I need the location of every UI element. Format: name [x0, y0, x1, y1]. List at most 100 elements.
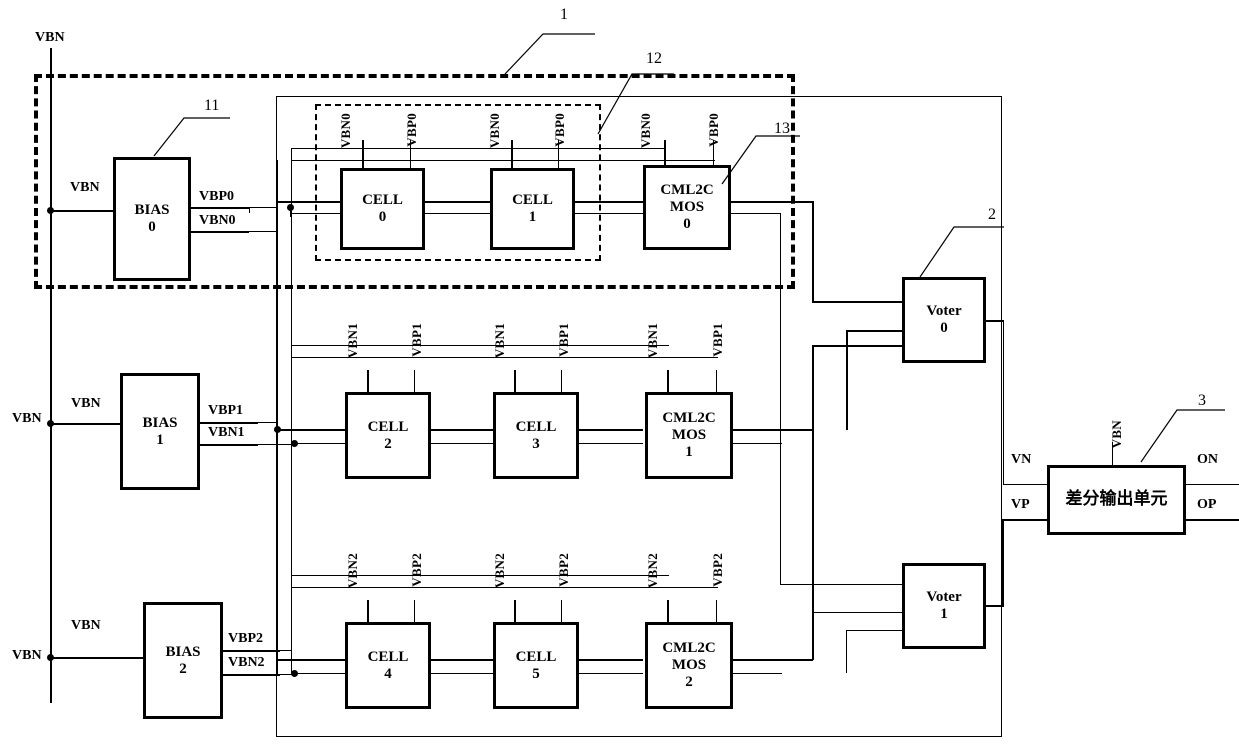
bias1-to-core-p [258, 422, 278, 423]
bias-0-input-label: VBN [70, 180, 100, 195]
bias-1-output-vbn1-label: VBN1 [208, 425, 245, 440]
row1-link-cell2-cell3-a [431, 429, 493, 431]
cell-5-block[interactable]: CELL 5 [493, 622, 579, 709]
row1-b-to-voter1-horiz [812, 612, 904, 613]
cell-1-label-line1: CELL [512, 192, 553, 209]
bias-2-input-junction [47, 654, 54, 661]
ref-number-12: 12 [646, 50, 662, 67]
cml2cmos-0-label-line2: MOS [669, 199, 705, 216]
output-unit-vbn-label: VBN [1109, 420, 1124, 449]
bias-1-output-n-wire [200, 444, 258, 446]
cml2cmos-2-label-line3: 2 [685, 673, 693, 690]
row0-vbp-bus-junction [287, 204, 294, 211]
row2-link-cell5-cml2-a [578, 659, 643, 661]
row0-pin-bus-p [291, 160, 651, 161]
row1-cml1-pin-n-label: VBN1 [645, 323, 660, 359]
bias-2-output-n-wire [223, 674, 280, 676]
voter0-output-vert [1003, 320, 1004, 485]
row0-cell1-pin-p-label: VBP0 [552, 113, 567, 147]
cml2cmos-0-label-line3: 0 [683, 215, 691, 232]
row1-link-cell3-cml1-a [578, 429, 643, 431]
voter-1-block[interactable]: Voter 1 [902, 563, 986, 649]
differential-output-unit-label: 差分输出单元 [1065, 489, 1168, 510]
output-unit-vn-label: VN [1011, 452, 1032, 467]
cell-2-label-line1: CELL [367, 418, 409, 435]
row2-out-b [733, 673, 782, 674]
cell-4-block[interactable]: CELL 4 [345, 622, 431, 709]
row2-cell5-pin-p-label: VBP2 [556, 553, 571, 587]
differential-output-unit-block[interactable]: 差分输出单元 [1047, 465, 1186, 535]
leader-line-13 [721, 126, 804, 188]
row2-b-to-voter1-vert [846, 630, 847, 673]
row2-a-to-voter0-vert [812, 345, 814, 660]
cml2cmos-0-block[interactable]: CML2C MOS 0 [643, 165, 731, 250]
cell-5-label-line2: 5 [532, 665, 540, 682]
voter1-output-vert [1002, 519, 1004, 606]
voter-0-block[interactable]: Voter 0 [902, 277, 986, 363]
leader-line-11 [153, 108, 234, 158]
bias-1-block[interactable]: BIAS 1 [120, 373, 200, 490]
row0-cml0-pin-n-label: VBN0 [638, 113, 653, 149]
bias-2-input-label: VBN [71, 618, 101, 633]
row1-input-wire-a [276, 429, 346, 431]
ref-number-1: 1 [560, 6, 568, 23]
row1-out-b [733, 443, 782, 444]
cell-5-label-line1: CELL [515, 648, 557, 665]
cml2cmos-1-label-line3: 1 [685, 443, 693, 460]
row2-input-wire-a [276, 659, 346, 661]
row0-cml0-pin-p-label: VBP0 [706, 113, 721, 147]
ref-number-2: 2 [988, 206, 996, 223]
leader-line-2 [919, 215, 1008, 281]
cell-4-label-line2: 4 [384, 665, 392, 682]
cml2cmos-2-label-line1: CML2C [662, 640, 716, 657]
diagram-canvas: 1 11 12 13 2 3 VBN BIAS 0 VBN VBP0 VBN0 … [0, 0, 1239, 747]
row1-input-junction-a [274, 426, 281, 433]
cml2cmos-2-block[interactable]: CML2C MOS 2 [645, 622, 733, 709]
voter0-output-stub [986, 320, 1004, 322]
row0-b-to-voter1-horiz [780, 584, 904, 585]
row1-a-to-voter0-horiz [846, 330, 904, 332]
row0-link-cell1-cml0-b [575, 213, 643, 214]
row2-cell4-pin-n-label: VBN2 [345, 553, 360, 589]
row0-a-to-voter0-vert [812, 201, 814, 302]
row1-cell3-pin-n-label: VBN1 [492, 323, 507, 359]
row2-b-to-voter1-horiz [846, 630, 904, 631]
cell-0-label-line2: 0 [378, 209, 387, 225]
cell-2-block[interactable]: CELL 2 [345, 392, 431, 479]
bias-dist-rail-n [277, 160, 278, 675]
row0-out-b [731, 213, 780, 214]
row2-link-cell5-cml2-b [578, 673, 643, 674]
row0-link-cell0-cell1-b [425, 213, 490, 214]
row2-cml2-pin-n-label: VBN2 [645, 553, 660, 589]
row0-cell0-pin-n-stub [362, 140, 364, 168]
row2-cell5-pin-n-label: VBN2 [492, 553, 507, 589]
cml2cmos-1-block[interactable]: CML2C MOS 1 [645, 392, 733, 479]
bias-1-label-line1: BIAS [142, 414, 178, 431]
cell-0-block[interactable]: CELL 0 [340, 168, 425, 250]
bias-1-label-line2: 1 [156, 431, 164, 448]
cml2cmos-2-label-line2: MOS [671, 657, 707, 674]
row0-input-wire-b [290, 213, 340, 214]
row2-link-cell4-cell5-b [431, 673, 493, 674]
cell-3-block[interactable]: CELL 3 [493, 392, 579, 479]
bias-0-block[interactable]: BIAS 0 [113, 157, 191, 281]
cell-3-label-line2: 3 [532, 435, 540, 452]
row0-cell0-pin-p-label: VBP0 [404, 113, 419, 147]
cell-1-block[interactable]: CELL 1 [490, 168, 575, 250]
row1-cell3-pin-p-label: VBP1 [556, 323, 571, 357]
bias-2-input-wire [50, 657, 143, 659]
row1-input-junction-b [291, 440, 298, 447]
bias-2-output-vbp2-label: VBP2 [228, 631, 263, 646]
cell-3-label-line1: CELL [515, 418, 557, 435]
bias-2-block[interactable]: BIAS 2 [143, 602, 223, 719]
voter1-output-to-vp [1002, 519, 1049, 521]
row0-cml0-pin-bus-p [600, 160, 715, 161]
row0-cml0-pin-n-stub [664, 140, 666, 165]
bias-0-output-vbn0-label: VBN0 [199, 213, 236, 228]
bias0-to-core-p [249, 207, 277, 208]
row0-a-to-voter0-horiz [812, 301, 904, 303]
bias1-to-core-n [258, 444, 294, 445]
row2-cml2-pin-p-label: VBP2 [710, 553, 725, 587]
vbn-main-rail [50, 48, 52, 703]
output-unit-op-wire [1186, 519, 1239, 521]
